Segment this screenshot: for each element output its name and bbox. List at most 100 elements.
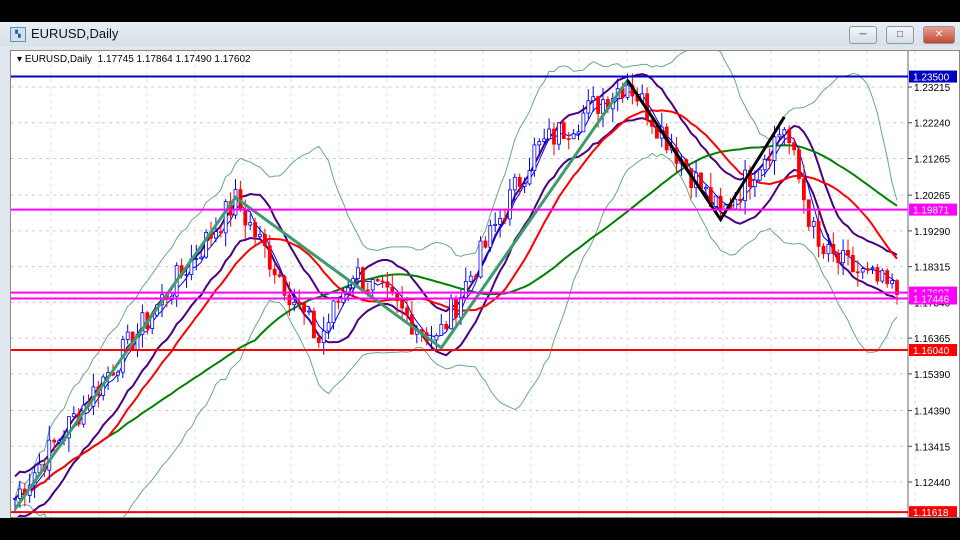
candle-body [395, 292, 400, 302]
candle [439, 314, 444, 336]
candle-body [400, 300, 405, 309]
candle-body [561, 122, 566, 139]
candle-body [258, 234, 262, 238]
candle [483, 236, 488, 249]
horizontal-line-label: 1.11618 [913, 508, 949, 517]
candle-body [826, 243, 831, 255]
candle-body [218, 231, 223, 234]
candle-body [233, 189, 238, 216]
candle-body [434, 335, 439, 341]
chart-canvas[interactable]: 1.23215 1.22240 1.21265 1.20265 1.19290 1.183… [11, 51, 959, 517]
candle-body [875, 267, 880, 282]
candle [488, 219, 493, 252]
candle [282, 274, 287, 301]
candle-body [890, 280, 894, 285]
candle-body [439, 324, 444, 336]
price-chart[interactable]: 1.23215 1.22240 1.21265 1.20265 1.19290 1.183… [10, 50, 960, 518]
horizontal-line-label: 1.19871 [913, 206, 950, 217]
candle-body [13, 498, 17, 500]
candle-body [816, 221, 821, 247]
candle-body [473, 275, 478, 278]
candle [444, 320, 449, 331]
candle-body [316, 337, 321, 344]
candle-body [782, 129, 787, 136]
price-tick-label: 1.13415 [914, 442, 951, 453]
candle-body [272, 268, 277, 276]
candle [375, 278, 380, 283]
candle-body [797, 149, 801, 180]
candle-body [385, 281, 390, 288]
candle-body [821, 245, 826, 255]
candle [405, 296, 409, 323]
candle-body [831, 243, 836, 255]
candle-body [184, 274, 189, 276]
maximize-button[interactable]: □ [886, 26, 914, 44]
candle-body [307, 310, 311, 313]
candle [875, 263, 880, 285]
candle-body [517, 176, 522, 187]
candle-body [356, 267, 360, 279]
candle-body [870, 267, 875, 270]
price-tick-label: 1.12440 [914, 478, 951, 489]
candle-body [478, 240, 483, 278]
candle [860, 266, 865, 279]
candle-body [733, 198, 738, 210]
candle [571, 129, 576, 140]
price-tick-label: 1.23215 [914, 83, 951, 94]
candle [586, 89, 591, 120]
candle [566, 131, 571, 150]
candle-body [625, 84, 630, 98]
window-title: EURUSD,Daily [31, 26, 119, 41]
price-tick-label: 1.19290 [914, 227, 951, 238]
candle [267, 234, 272, 277]
horizontal-line-label: 1.17446 [913, 294, 950, 305]
candle-body [591, 96, 596, 102]
candle-body [713, 195, 718, 207]
price-tick-label: 1.22240 [914, 119, 951, 130]
candle [880, 268, 885, 284]
candle-body [360, 267, 365, 291]
candle-body [527, 170, 532, 185]
candle-body [704, 187, 708, 190]
candle [311, 307, 316, 339]
candle-body [483, 240, 488, 248]
close-button[interactable]: ✕ [923, 26, 955, 44]
candle-body [802, 178, 806, 201]
candle [552, 122, 556, 156]
candle-body [223, 201, 228, 234]
candle [738, 190, 743, 211]
candle-body [449, 298, 454, 330]
candle-body [311, 310, 316, 339]
candle-body [757, 169, 762, 181]
candle-body [753, 179, 757, 188]
candle-body [512, 176, 517, 191]
candle [846, 239, 850, 266]
candle-body [248, 222, 253, 226]
candle-body [493, 223, 498, 226]
candle-body [851, 255, 855, 273]
candle [449, 294, 454, 330]
candle-body [243, 209, 248, 226]
candle-body [552, 128, 556, 145]
price-tick-label: 1.16365 [914, 334, 951, 345]
candle [797, 146, 801, 184]
candle [468, 270, 473, 283]
candle-body [772, 136, 777, 161]
candle-body [444, 324, 449, 330]
candle [855, 260, 860, 287]
candle-body [375, 279, 380, 282]
candle [125, 324, 130, 345]
candle-body [287, 294, 292, 306]
candle-body [341, 292, 346, 303]
candle [743, 159, 747, 215]
candle-body [738, 198, 743, 202]
candle [321, 316, 326, 355]
candle [811, 216, 816, 239]
minimize-button[interactable]: ─ [849, 26, 877, 44]
close-value: 1.17602 [214, 54, 251, 65]
candle [610, 92, 615, 123]
candle-body [855, 271, 860, 274]
candle [507, 178, 512, 226]
candle [890, 273, 894, 289]
candle-body [321, 330, 326, 344]
